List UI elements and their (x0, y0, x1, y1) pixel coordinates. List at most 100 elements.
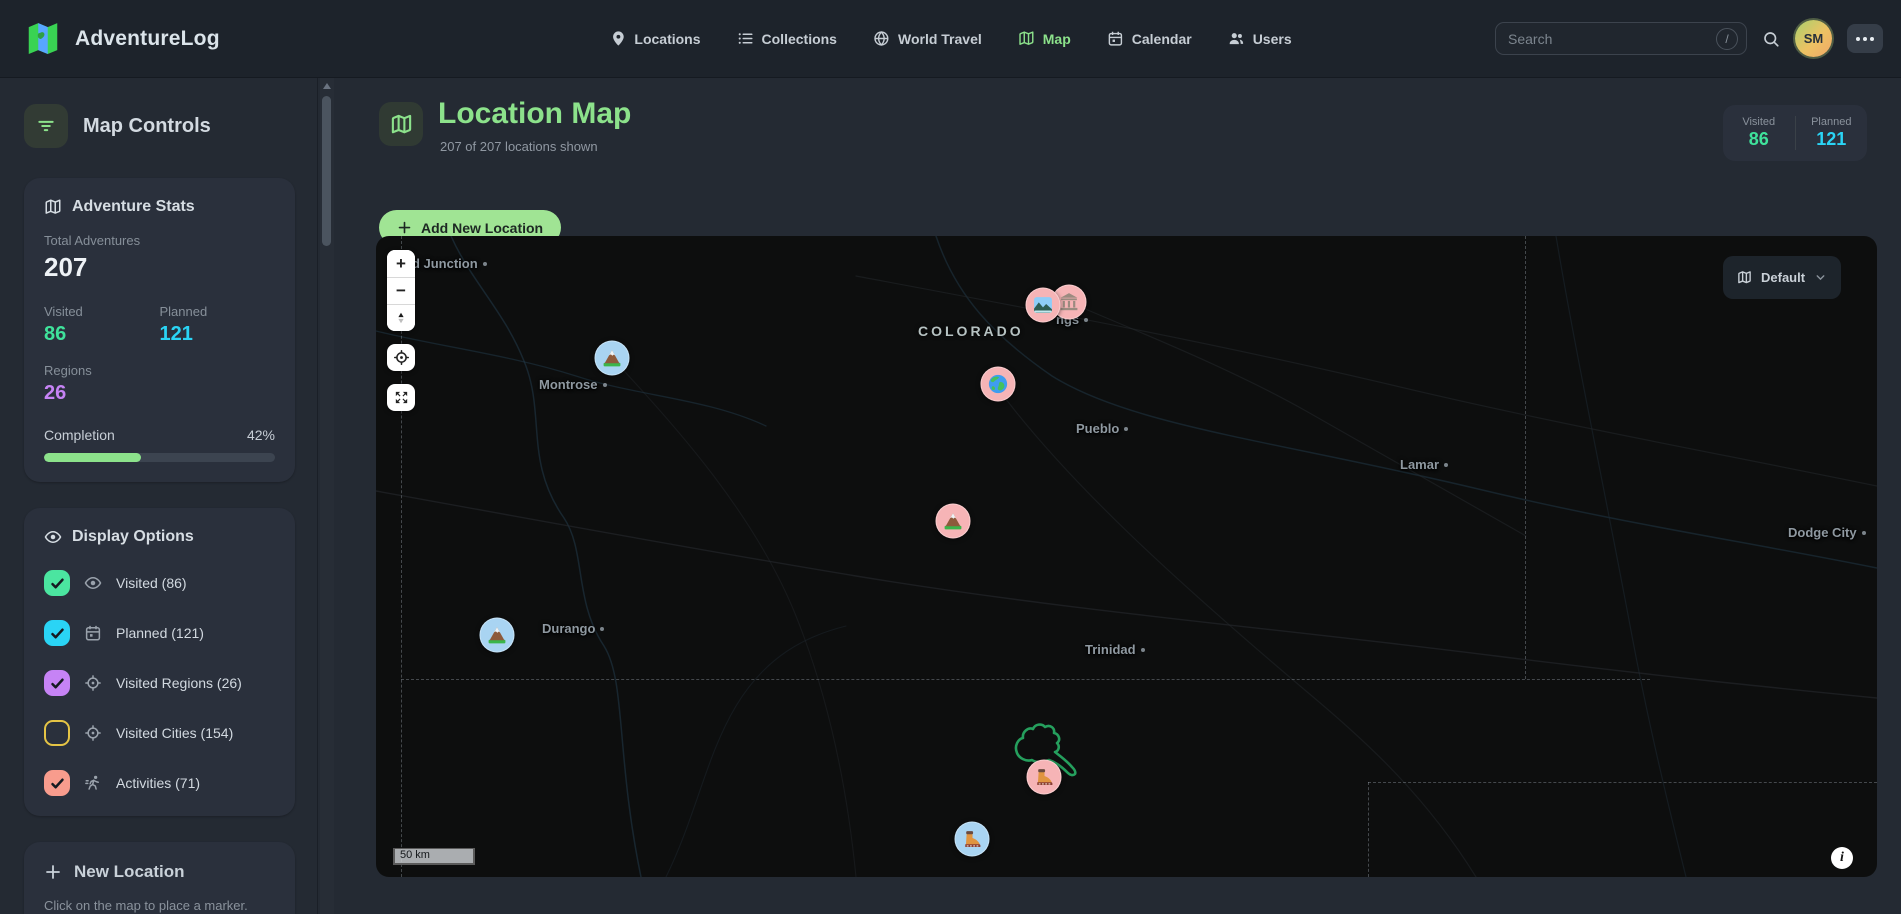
mountain-marker-icon (943, 511, 964, 532)
checkbox-activities[interactable] (44, 770, 70, 796)
map-style-selector[interactable]: Default (1723, 256, 1841, 299)
new-location-title: New Location (74, 862, 185, 882)
city-label: nd Junction (404, 256, 487, 271)
state-border-line (1368, 782, 1877, 783)
map-icon (1018, 30, 1035, 47)
globe-marker-icon (988, 374, 1009, 395)
nav-item-label: World Travel (898, 31, 982, 47)
map-canvas[interactable]: COLORADO + − Default 50 km i nd (376, 236, 1877, 877)
header-stats-card: Visited 86 Planned 121 (1723, 105, 1867, 161)
checkbox-visited-regions[interactable] (44, 670, 70, 696)
brand[interactable]: AdventureLog (24, 20, 220, 58)
completion-progress-bar (44, 453, 275, 462)
map-marker[interactable] (981, 367, 1016, 402)
option-activities[interactable]: Activities (71) (44, 770, 275, 796)
runner-icon (84, 774, 102, 792)
search-icon[interactable] (1762, 30, 1780, 48)
nav-item-collections[interactable]: Collections (737, 30, 837, 47)
map-marker[interactable] (1026, 288, 1061, 323)
brand-name: AdventureLog (75, 27, 220, 51)
building-marker-icon (1059, 292, 1080, 313)
header-visited-label: Visited (1723, 116, 1795, 128)
map-marker[interactable] (595, 341, 630, 376)
info-icon[interactable]: i (1831, 847, 1853, 869)
calendar-icon (84, 624, 102, 642)
new-location-hint: Click on the map to place a marker. (44, 898, 275, 913)
city-label: Durango (542, 621, 604, 636)
compass-icon (394, 309, 408, 327)
map-marker[interactable] (1027, 760, 1062, 795)
boot-marker-icon (1034, 767, 1055, 788)
boot-marker-icon (962, 829, 983, 850)
vertical-scrollbar[interactable] (320, 78, 334, 914)
nav-item-users[interactable]: Users (1228, 30, 1292, 47)
eye-icon (44, 528, 62, 546)
adventure-stats-card: Adventure Stats Total Adventures 207 Vis… (24, 178, 295, 482)
nav-menu: Locations Collections World Travel Map C… (609, 30, 1291, 47)
compass-button[interactable] (387, 304, 415, 331)
header-planned-label: Planned (1796, 116, 1868, 128)
city-dot (600, 627, 604, 631)
park-marker-icon (1033, 295, 1054, 316)
nav-item-calendar[interactable]: Calendar (1107, 30, 1192, 47)
option-visited-regions[interactable]: Visited Regions (26) (44, 670, 275, 696)
globe-icon (873, 30, 890, 47)
map-icon (390, 113, 413, 136)
city-label: Montrose (539, 377, 607, 392)
display-options-card: Display Options Visited (86) Planned (12… (24, 508, 295, 816)
visited-label: Visited (44, 304, 160, 319)
checkbox-visited[interactable] (44, 570, 70, 596)
regions-label: Regions (44, 363, 275, 378)
option-visited[interactable]: Visited (86) (44, 570, 275, 596)
locate-button[interactable] (387, 344, 415, 371)
map-marker[interactable] (955, 822, 990, 857)
plus-icon (397, 220, 412, 235)
city-dot (1124, 427, 1128, 431)
mountain-marker-icon (487, 625, 508, 646)
map-marker[interactable] (936, 504, 971, 539)
nav-item-label: Calendar (1132, 31, 1192, 47)
search-input[interactable] (1508, 31, 1716, 47)
option-visited-cities[interactable]: Visited Cities (154) (44, 720, 275, 746)
search-box[interactable]: / (1495, 22, 1747, 55)
nav-item-label: Collections (762, 31, 837, 47)
option-planned[interactable]: Planned (121) (44, 620, 275, 646)
stats-card-title: Adventure Stats (72, 198, 195, 216)
planned-label: Planned (160, 304, 276, 319)
display-options-title: Display Options (72, 528, 194, 546)
scrollbar-thumb[interactable] (322, 96, 331, 246)
navbar-right: / SM (1495, 20, 1883, 57)
map-scale-bar: 50 km (393, 848, 475, 865)
nav-item-locations[interactable]: Locations (609, 30, 700, 47)
city-dot (1862, 531, 1866, 535)
nav-item-map[interactable]: Map (1018, 30, 1071, 47)
mountain-marker-icon (602, 348, 623, 369)
scroll-up-arrow-icon[interactable] (323, 83, 331, 89)
checkbox-planned[interactable] (44, 620, 70, 646)
adventurelog-logo-icon (24, 20, 62, 58)
state-label: COLORADO (918, 323, 1024, 339)
calendar-icon (1107, 30, 1124, 47)
search-shortcut-badge: / (1716, 28, 1738, 50)
nav-item-world-travel[interactable]: World Travel (873, 30, 982, 47)
plus-icon (44, 863, 62, 881)
checkbox-visited-cities[interactable] (44, 720, 70, 746)
city-dot (1084, 318, 1088, 322)
fullscreen-button[interactable] (387, 384, 415, 411)
users-icon (1228, 30, 1245, 47)
map-marker[interactable] (480, 618, 515, 653)
zoom-out-button[interactable]: − (387, 277, 415, 304)
city-dot (603, 383, 607, 387)
fullscreen-icon (393, 389, 410, 406)
target-icon (84, 724, 102, 742)
state-border-line (1368, 782, 1369, 877)
ellipsis-icon (1856, 37, 1860, 41)
list-icon (737, 30, 754, 47)
state-border-line (401, 679, 1650, 680)
city-dot (1141, 648, 1145, 652)
eye-icon (84, 574, 102, 592)
zoom-in-button[interactable]: + (387, 250, 415, 277)
nav-item-label: Locations (634, 31, 700, 47)
avatar[interactable]: SM (1795, 20, 1832, 57)
more-menu-button[interactable] (1847, 24, 1883, 53)
